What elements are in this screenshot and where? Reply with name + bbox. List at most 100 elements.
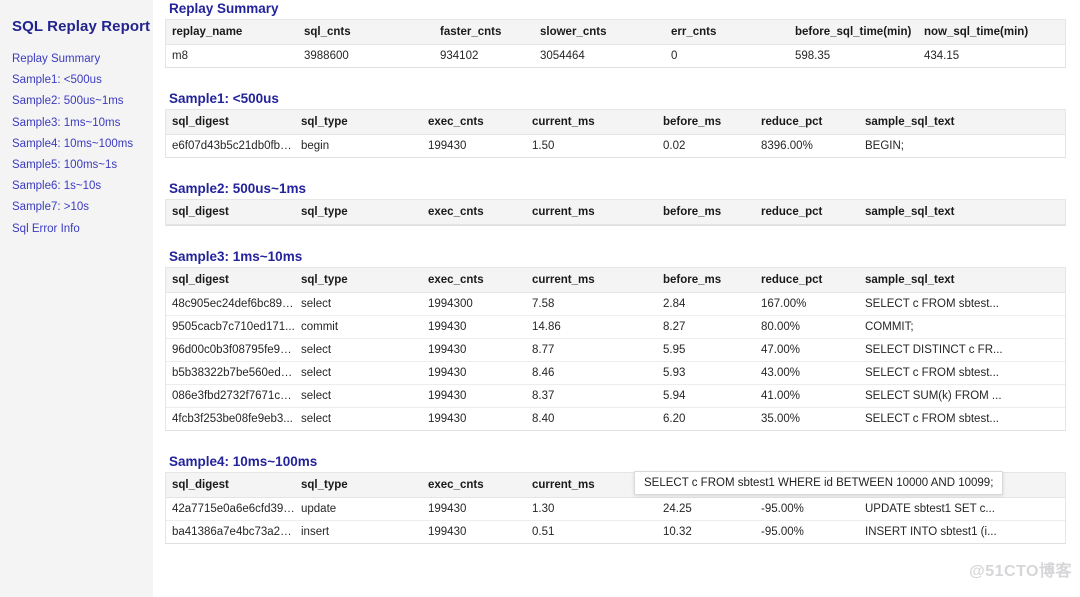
cell-reduce-pct: -95.00% — [755, 497, 859, 521]
main-content: Replay Summary replay_name sql_cnts fast… — [153, 0, 1080, 597]
cell-sql-digest: e6f07d43b5c21db0fbb... — [166, 134, 295, 157]
cell-sql-type: commit — [295, 315, 422, 339]
cell-current-ms: 8.46 — [526, 361, 657, 385]
cell-sample-sql-text[interactable]: SELECT DISTINCT c FR... — [859, 338, 1065, 362]
cell-current-ms: 8.37 — [526, 384, 657, 408]
cell-before-ms: 0.02 — [657, 134, 755, 157]
cell-sql-type: select — [295, 407, 422, 430]
table-body: 42a7715e0a6e6cfd39e... update 199430 1.3… — [166, 497, 1065, 543]
table-row[interactable]: m8 3988600 934102 3054464 0 598.35 434.1… — [166, 44, 1065, 67]
col-sql-type: sql_type — [295, 268, 422, 293]
cell-sql-digest: b5b38322b7be560edb... — [166, 361, 295, 385]
sample3-table-wrap: sql_digest sql_type exec_cnts current_ms… — [165, 267, 1066, 431]
sidebar-item-sql-error-info[interactable]: Sql Error Info — [12, 219, 153, 240]
sidebar-item-sample5[interactable]: Sample5: 100ms~1s — [12, 155, 153, 176]
cell-exec-cnts: 199430 — [422, 134, 526, 157]
cell-sql-type: select — [295, 361, 422, 385]
sidebar-item-sample1[interactable]: Sample1: <500us — [12, 70, 153, 91]
cell-current-ms: 14.86 — [526, 315, 657, 339]
sidebar-item-sample6[interactable]: Sample6: 1s~10s — [12, 176, 153, 197]
table-row[interactable]: 96d00c0b3f08795fe94... select 199430 8.7… — [166, 338, 1065, 362]
cell-current-ms: 7.58 — [526, 292, 657, 316]
table-row[interactable]: 42a7715e0a6e6cfd39e... update 199430 1.3… — [166, 497, 1065, 521]
section-sample2: Sample2: 500us~1ms sql_digest sql_type e… — [165, 180, 1066, 226]
col-sql-digest: sql_digest — [166, 268, 295, 293]
cell-sample-sql-text[interactable]: BEGIN; — [859, 134, 1065, 157]
cell-before-sql-time: 598.35 — [789, 44, 918, 67]
col-slower-cnts: slower_cnts — [534, 20, 665, 45]
cell-before-ms: 5.93 — [657, 361, 755, 385]
sidebar-item-sample3[interactable]: Sample3: 1ms~10ms — [12, 113, 153, 134]
col-sample-sql-text: sample_sql_text — [859, 110, 1065, 135]
cell-exec-cnts: 199430 — [422, 520, 526, 543]
sidebar-item-sample7[interactable]: Sample7: >10s — [12, 197, 153, 218]
cell-sql-digest: 42a7715e0a6e6cfd39e... — [166, 497, 295, 521]
sidebar-item-sample4[interactable]: Sample4: 10ms~100ms — [12, 134, 153, 155]
cell-sample-sql-text[interactable]: SELECT SUM(k) FROM ... — [859, 384, 1065, 408]
col-now-sql-time: now_sql_time(min) — [918, 20, 1065, 45]
cell-sample-sql-text[interactable]: SELECT c FROM sbtest... — [859, 292, 1065, 316]
table-row[interactable]: 9505cacb7c710ed171... commit 199430 14.8… — [166, 315, 1065, 339]
table-row[interactable]: b5b38322b7be560edb... select 199430 8.46… — [166, 361, 1065, 385]
sidebar-item-sample2[interactable]: Sample2: 500us~1ms — [12, 91, 153, 112]
cell-before-ms: 24.25 — [657, 497, 755, 521]
section-sample3: Sample3: 1ms~10ms sql_digest sql_type ex… — [165, 248, 1066, 431]
sample3-table: sql_digest sql_type exec_cnts current_ms… — [166, 268, 1065, 430]
col-reduce-pct: reduce_pct — [755, 110, 859, 135]
col-reduce-pct: reduce_pct — [755, 268, 859, 293]
table-header-row: replay_name sql_cnts faster_cnts slower_… — [166, 20, 1065, 45]
cell-sample-sql-text[interactable]: INSERT INTO sbtest1 (i... — [859, 520, 1065, 543]
cell-sql-digest: 086e3fbd2732f7671c1... — [166, 384, 295, 408]
table-row[interactable]: 48c905ec24def6bc893... select 1994300 7.… — [166, 292, 1065, 316]
cell-exec-cnts: 1994300 — [422, 292, 526, 316]
cell-exec-cnts: 199430 — [422, 384, 526, 408]
cell-sample-sql-text[interactable]: SELECT c FROM sbtest... — [859, 407, 1065, 430]
cell-sql-digest: ba41386a7e4bc73a26... — [166, 520, 295, 543]
cell-replay-name: m8 — [166, 44, 298, 67]
col-exec-cnts: exec_cnts — [422, 110, 526, 135]
col-sample-sql-text: sample_sql_text — [859, 268, 1065, 293]
col-before-ms: before_ms — [657, 110, 755, 135]
section-title-sample4: Sample4: 10ms~100ms — [169, 454, 318, 469]
section-title-sample1: Sample1: <500us — [169, 91, 279, 106]
cell-sample-sql-text[interactable]: SELECT c FROM sbtest... — [859, 361, 1065, 385]
col-replay-name: replay_name — [166, 20, 298, 45]
sidebar-item-replay-summary[interactable]: Replay Summary — [12, 49, 153, 70]
table-header: sql_digest sql_type exec_cnts current_ms… — [166, 268, 1065, 293]
cell-before-ms: 5.95 — [657, 338, 755, 362]
cell-sql-digest: 48c905ec24def6bc893... — [166, 292, 295, 316]
table-row[interactable]: 086e3fbd2732f7671c1... select 199430 8.3… — [166, 384, 1065, 408]
table-row[interactable]: 4fcb3f253be08fe9eb3... select 199430 8.4… — [166, 407, 1065, 430]
col-current-ms: current_ms — [526, 110, 657, 135]
cell-sample-sql-text[interactable]: COMMIT; — [859, 315, 1065, 339]
replay-summary-table-wrap: replay_name sql_cnts faster_cnts slower_… — [165, 19, 1066, 68]
col-sql-type: sql_type — [295, 200, 422, 225]
table-row[interactable]: e6f07d43b5c21db0fbb... begin 199430 1.50… — [166, 134, 1065, 157]
cell-current-ms: 8.40 — [526, 407, 657, 430]
section-title-sample3: Sample3: 1ms~10ms — [169, 249, 303, 264]
cell-before-ms: 8.27 — [657, 315, 755, 339]
section-sample1: Sample1: <500us sql_digest sql_type exec… — [165, 90, 1066, 158]
page-title: Replay Summary — [169, 1, 279, 16]
app-root: SQL Replay Report Replay Summary Sample1… — [0, 0, 1080, 597]
cell-before-ms: 5.94 — [657, 384, 755, 408]
col-faster-cnts: faster_cnts — [434, 20, 534, 45]
sample2-table-wrap: sql_digest sql_type exec_cnts current_ms… — [165, 199, 1066, 226]
table-body: 48c905ec24def6bc893... select 1994300 7.… — [166, 292, 1065, 430]
table-header: replay_name sql_cnts faster_cnts slower_… — [166, 20, 1065, 45]
cell-sample-sql-text[interactable]: UPDATE sbtest1 SET c... — [859, 497, 1065, 521]
col-sql-type: sql_type — [295, 473, 422, 498]
cell-sql-type: select — [295, 338, 422, 362]
cell-sql-cnts: 3988600 — [298, 44, 434, 67]
cell-exec-cnts: 199430 — [422, 497, 526, 521]
col-sql-digest: sql_digest — [166, 473, 295, 498]
cell-current-ms: 8.77 — [526, 338, 657, 362]
col-sql-cnts: sql_cnts — [298, 20, 434, 45]
cell-reduce-pct: 80.00% — [755, 315, 859, 339]
table-row[interactable]: ba41386a7e4bc73a26... insert 199430 0.51… — [166, 520, 1065, 543]
col-current-ms: current_ms — [526, 200, 657, 225]
cell-sql-type: insert — [295, 520, 422, 543]
